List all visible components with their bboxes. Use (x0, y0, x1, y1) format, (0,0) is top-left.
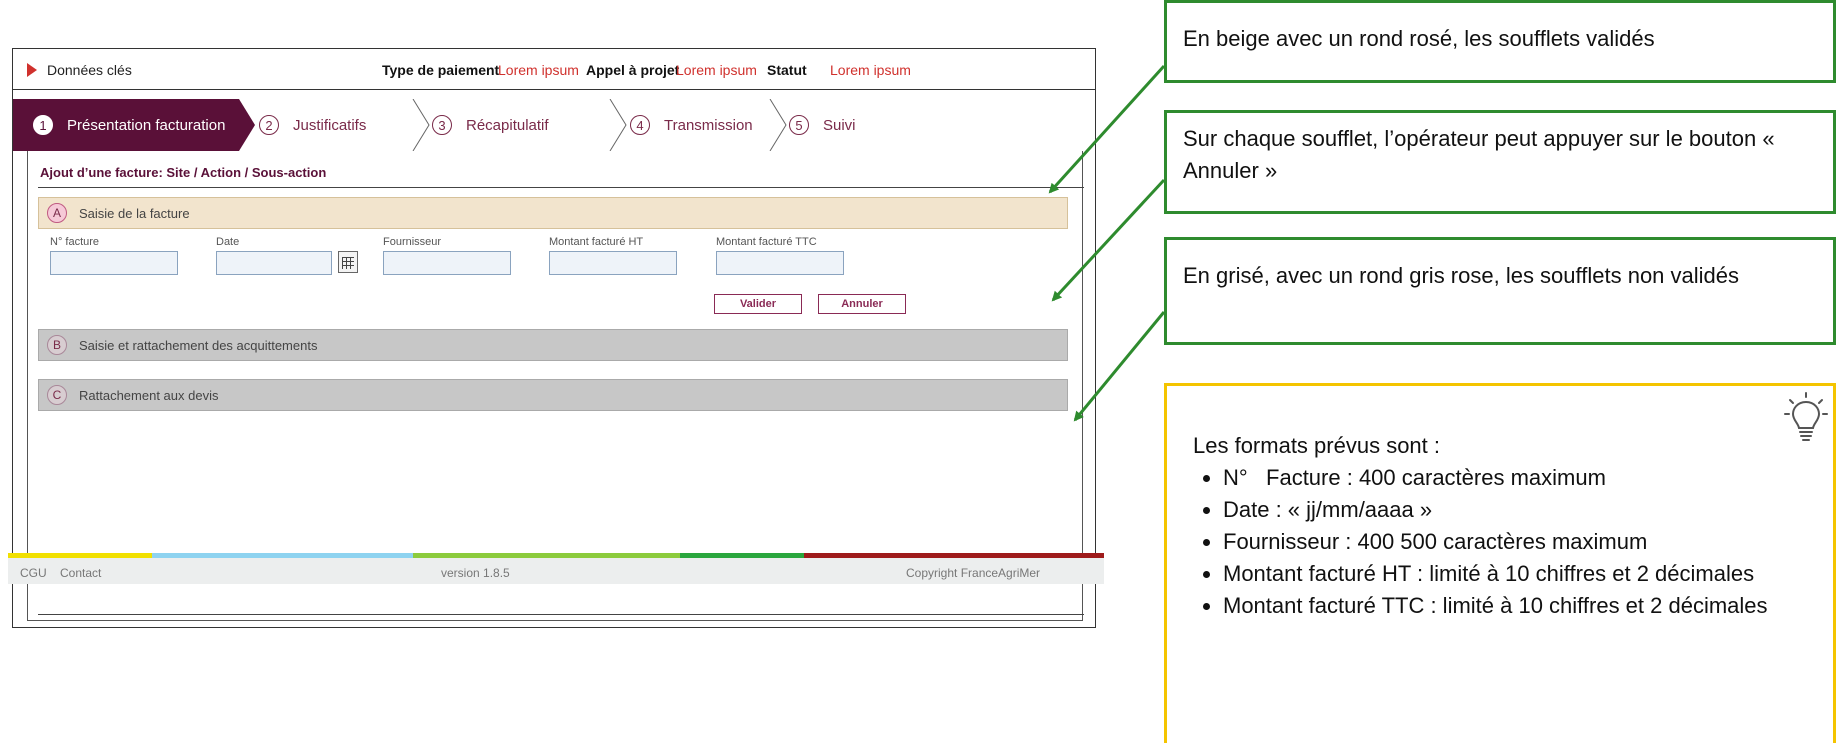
list-item: Montant facturé HT : limité à 10 chiffre… (1223, 558, 1807, 590)
arrow-to-cancel-button (1051, 178, 1166, 302)
tip-intro: Les formats prévus sont : (1193, 433, 1440, 458)
list-item: N° Facture : 400 caractères maximum (1223, 462, 1807, 494)
list-item: Date : « jj/mm/aaaa » (1223, 494, 1807, 526)
formats-tip-box: Les formats prévus sont : N° Facture : 4… (1164, 383, 1836, 743)
list-item: Fournisseur : 400 500 caractères maximum (1223, 526, 1807, 558)
arrow-to-section-c (1073, 311, 1166, 422)
lightbulb-icon (1784, 392, 1828, 441)
arrow-to-section-a (1048, 64, 1166, 194)
tip-list: N° Facture : 400 caractères maximum Date… (1193, 462, 1807, 622)
list-item: Montant facturé TTC : limité à 10 chiffr… (1223, 590, 1807, 622)
